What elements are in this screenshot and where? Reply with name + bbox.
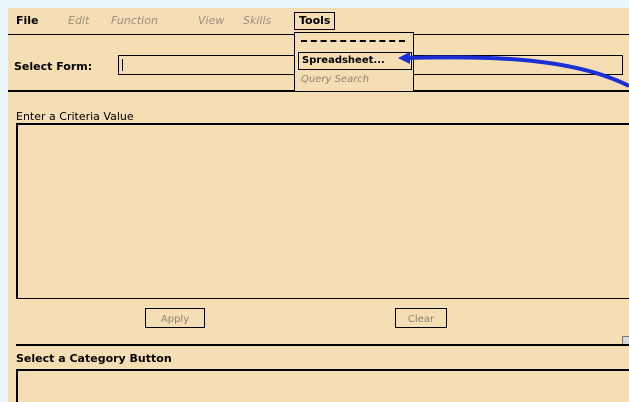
criteria-label: Enter a Criteria Value — [16, 110, 134, 123]
menu-item-spreadsheet[interactable]: Spreadsheet... — [298, 52, 412, 70]
category-button-area — [16, 369, 629, 402]
clear-button[interactable]: Clear — [395, 308, 447, 328]
menu-bar: File Edit Function View Skills Tools — [8, 8, 629, 35]
menu-tools[interactable]: Tools — [294, 12, 336, 30]
select-form-label: Select Form: — [14, 60, 93, 73]
menu-skills[interactable]: Skills — [243, 13, 271, 29]
section-divider — [16, 344, 629, 346]
tools-dropdown-menu: Spreadsheet... Query Search — [294, 32, 414, 92]
menu-edit[interactable]: Edit — [68, 13, 89, 29]
text-cursor — [122, 59, 123, 71]
category-label: Select a Category Button — [16, 352, 172, 365]
tearoff-line[interactable] — [301, 40, 405, 42]
criteria-divider — [16, 298, 629, 299]
apply-button[interactable]: Apply — [145, 308, 205, 328]
criteria-value-area[interactable] — [16, 123, 629, 299]
menu-item-query-search[interactable]: Query Search — [298, 72, 372, 88]
application-window: File Edit Function View Skills Tools Sel… — [8, 8, 629, 402]
menu-function[interactable]: Function — [111, 13, 158, 29]
menu-file[interactable]: File — [16, 13, 39, 29]
menu-view[interactable]: View — [198, 13, 224, 29]
